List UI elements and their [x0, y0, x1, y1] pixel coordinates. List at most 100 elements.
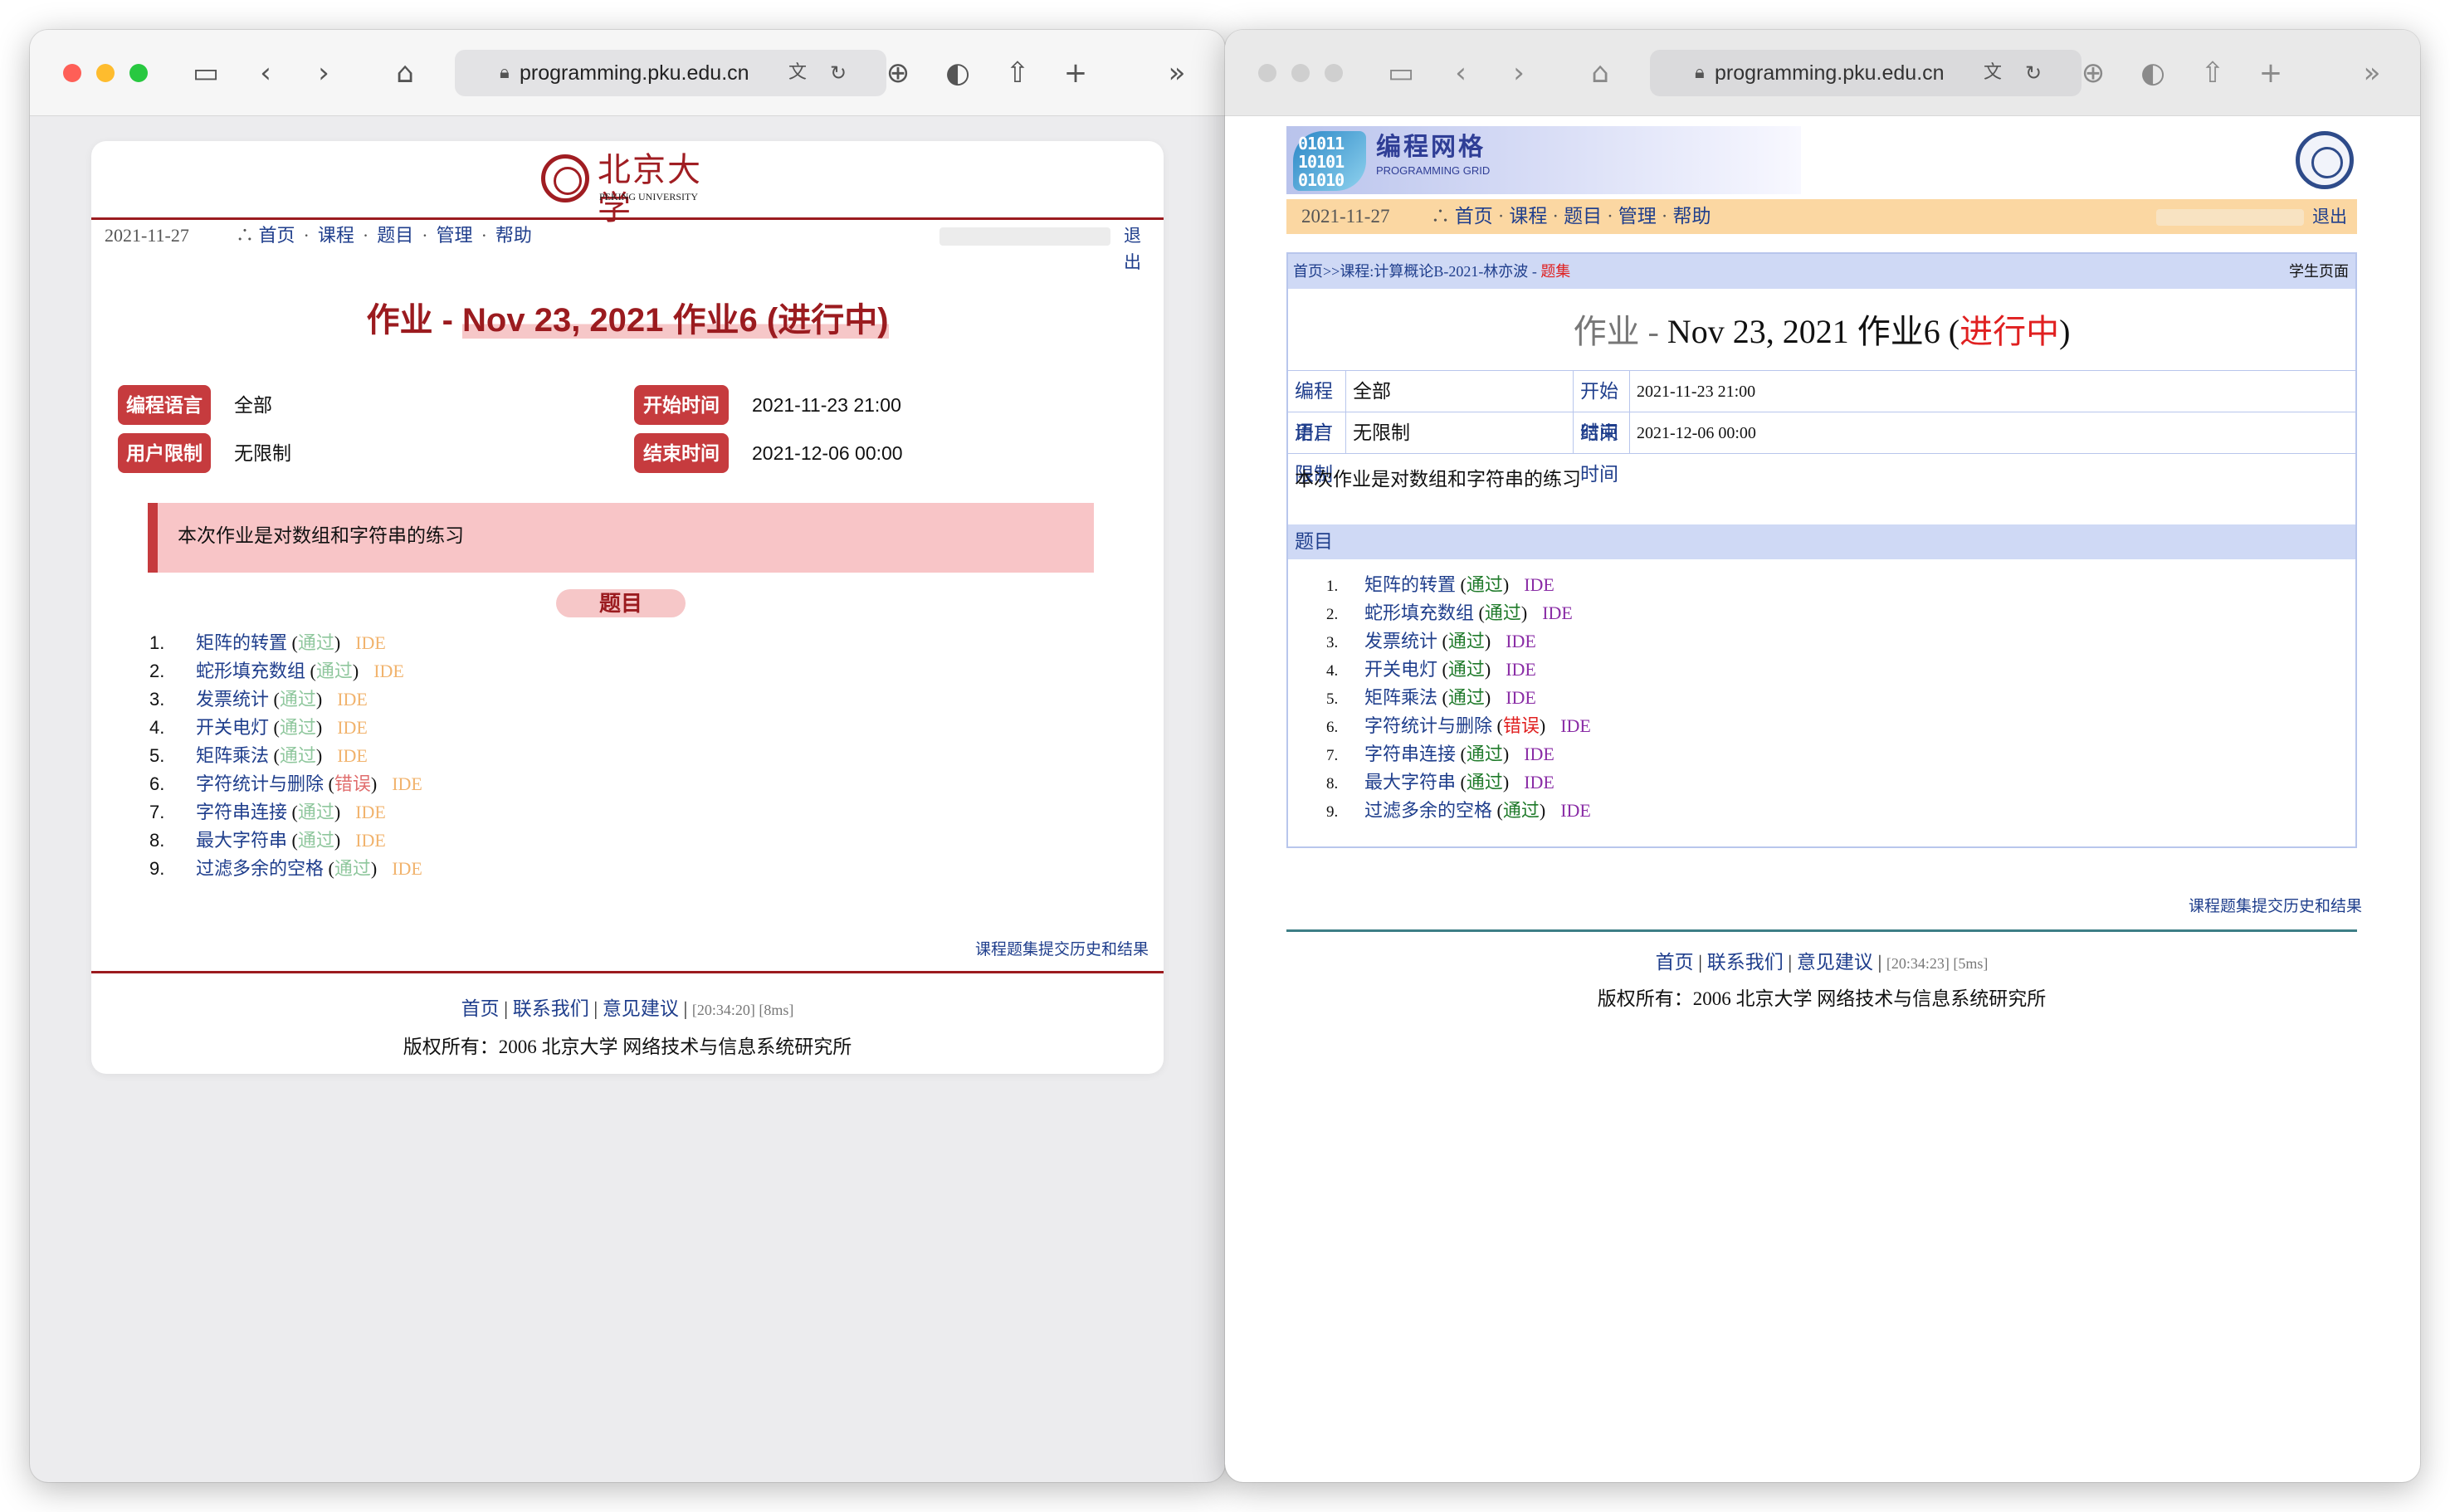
problem-status[interactable]: 通过	[1467, 744, 1503, 764]
footer-home-link[interactable]: 首页	[1656, 952, 1694, 973]
forward-icon[interactable]: ›	[305, 55, 342, 91]
reload-icon[interactable]: ↻	[830, 58, 847, 88]
forward-icon[interactable]: ›	[1501, 55, 1537, 91]
problem-link[interactable]: 蛇形填充数组	[196, 661, 305, 681]
footer-feedback-link[interactable]: 意见建议	[1797, 952, 1873, 973]
new-tab-icon[interactable]: +	[2252, 55, 2289, 91]
nav-help-link[interactable]: 帮助	[495, 225, 532, 246]
breadcrumb-course[interactable]: 课程:计算概论B-2021-林亦波	[1340, 263, 1528, 280]
problem-link[interactable]: 矩阵的转置	[1364, 574, 1456, 595]
problem-status[interactable]: 通过	[316, 661, 353, 681]
shield-icon[interactable]: ◐	[2135, 55, 2171, 91]
sidebar-icon[interactable]: ▭	[1383, 55, 1419, 91]
footer-feedback-link[interactable]: 意见建议	[603, 998, 679, 1019]
share-icon[interactable]: ⇧	[2194, 55, 2231, 91]
reload-icon[interactable]: ↻	[2025, 58, 2042, 88]
logout-link[interactable]: 退出	[1124, 222, 1150, 276]
ide-link[interactable]: IDE	[392, 858, 422, 879]
submission-history-link[interactable]: 课程题集提交历史和结果	[2189, 896, 2362, 918]
problem-status[interactable]: 通过	[1448, 659, 1485, 680]
pku-logo[interactable]: 北京大学 PEKING UNIVERSITY	[541, 151, 715, 227]
problem-link[interactable]: 字符统计与删除	[196, 773, 324, 794]
address-bar[interactable]: 🔒︎ programming.pku.edu.cn 文 ↻	[455, 50, 886, 96]
ide-link[interactable]: IDE	[373, 661, 404, 681]
minimize-window-button[interactable]	[96, 64, 115, 82]
zoom-window-button[interactable]	[129, 64, 148, 82]
problem-status[interactable]: 通过	[298, 632, 334, 653]
close-window-button[interactable]	[63, 64, 81, 82]
problem-link[interactable]: 发票统计	[1364, 631, 1437, 651]
new-tab-icon[interactable]: +	[1057, 55, 1094, 91]
nav-course-link[interactable]: 课程	[1509, 206, 1547, 227]
translate-icon[interactable]: 文	[788, 58, 807, 88]
ide-link[interactable]: IDE	[337, 745, 368, 766]
pku-seal-icon[interactable]	[2296, 131, 2354, 189]
problem-link[interactable]: 最大字符串	[1364, 772, 1456, 793]
ide-link[interactable]: IDE	[337, 717, 368, 738]
translate-icon[interactable]: 文	[1984, 58, 2002, 88]
problem-link[interactable]: 矩阵乘法	[1364, 687, 1437, 708]
ide-link[interactable]: IDE	[355, 632, 386, 653]
nav-problems-link[interactable]: 题目	[377, 225, 413, 246]
problem-link[interactable]: 过滤多余的空格	[196, 858, 324, 879]
problem-link[interactable]: 蛇形填充数组	[1364, 602, 1474, 623]
nav-admin-link[interactable]: 管理	[437, 225, 473, 246]
ide-link[interactable]: IDE	[1506, 659, 1536, 680]
problem-status[interactable]: 通过	[280, 689, 316, 710]
problem-link[interactable]: 字符串连接	[1364, 744, 1456, 764]
overflow-icon[interactable]: »	[2354, 55, 2390, 91]
problem-link[interactable]: 矩阵的转置	[196, 632, 287, 653]
nav-problems-link[interactable]: 题目	[1564, 206, 1602, 227]
download-icon[interactable]: ⊕	[880, 55, 916, 91]
problem-status[interactable]: 通过	[1485, 602, 1521, 623]
close-window-button[interactable]	[1258, 64, 1276, 82]
zoom-window-button[interactable]	[1325, 64, 1343, 82]
footer-contact-link[interactable]: 联系我们	[513, 998, 589, 1019]
problem-link[interactable]: 开关电灯	[1364, 659, 1437, 680]
ide-link[interactable]: IDE	[355, 802, 386, 822]
home-icon[interactable]: ⌂	[1582, 55, 1618, 91]
problem-status[interactable]: 错误	[334, 773, 371, 794]
ide-link[interactable]: IDE	[1524, 574, 1554, 595]
nav-home-link[interactable]: 首页	[259, 225, 295, 246]
problem-status[interactable]: 通过	[1467, 772, 1503, 793]
ide-link[interactable]: IDE	[355, 830, 386, 851]
problem-link[interactable]: 字符串连接	[196, 802, 287, 822]
nav-admin-link[interactable]: 管理	[1618, 206, 1657, 227]
problem-status[interactable]: 通过	[1448, 631, 1485, 651]
ide-link[interactable]: IDE	[1506, 631, 1536, 651]
logout-link[interactable]: 退出	[2312, 199, 2347, 234]
problem-status[interactable]: 通过	[280, 745, 316, 766]
problem-link[interactable]: 最大字符串	[196, 830, 287, 851]
breadcrumb-home[interactable]: 首页>>	[1293, 263, 1340, 280]
ide-link[interactable]: IDE	[1560, 800, 1591, 821]
problem-status[interactable]: 通过	[1503, 800, 1540, 821]
problem-status[interactable]: 通过	[298, 802, 334, 822]
ide-link[interactable]: IDE	[392, 773, 422, 794]
problem-status[interactable]: 通过	[334, 858, 371, 879]
student-page-link[interactable]: 学生页面	[2289, 254, 2349, 289]
nav-home-link[interactable]: 首页	[1455, 206, 1493, 227]
home-icon[interactable]: ⌂	[387, 55, 423, 91]
problem-link[interactable]: 字符统计与删除	[1364, 715, 1492, 736]
footer-contact-link[interactable]: 联系我们	[1707, 952, 1784, 973]
problem-link[interactable]: 发票统计	[196, 689, 269, 710]
back-icon[interactable]: ‹	[1442, 55, 1479, 91]
nav-help-link[interactable]: 帮助	[1672, 206, 1711, 227]
overflow-icon[interactable]: »	[1159, 55, 1195, 91]
download-icon[interactable]: ⊕	[2075, 55, 2111, 91]
problem-link[interactable]: 过滤多余的空格	[1364, 800, 1492, 821]
ide-link[interactable]: IDE	[1542, 602, 1573, 623]
shield-icon[interactable]: ◐	[939, 55, 976, 91]
submission-history-link[interactable]: 课程题集提交历史和结果	[975, 939, 1149, 961]
problem-status[interactable]: 通过	[280, 717, 316, 738]
problem-link[interactable]: 开关电灯	[196, 717, 269, 738]
problem-status[interactable]: 错误	[1503, 715, 1540, 736]
problem-status[interactable]: 通过	[1467, 574, 1503, 595]
ide-link[interactable]: IDE	[1524, 744, 1554, 764]
share-icon[interactable]: ⇧	[999, 55, 1036, 91]
problem-status[interactable]: 通过	[1448, 687, 1485, 708]
problem-status[interactable]: 通过	[298, 830, 334, 851]
problem-link[interactable]: 矩阵乘法	[196, 745, 269, 766]
back-icon[interactable]: ‹	[247, 55, 284, 91]
